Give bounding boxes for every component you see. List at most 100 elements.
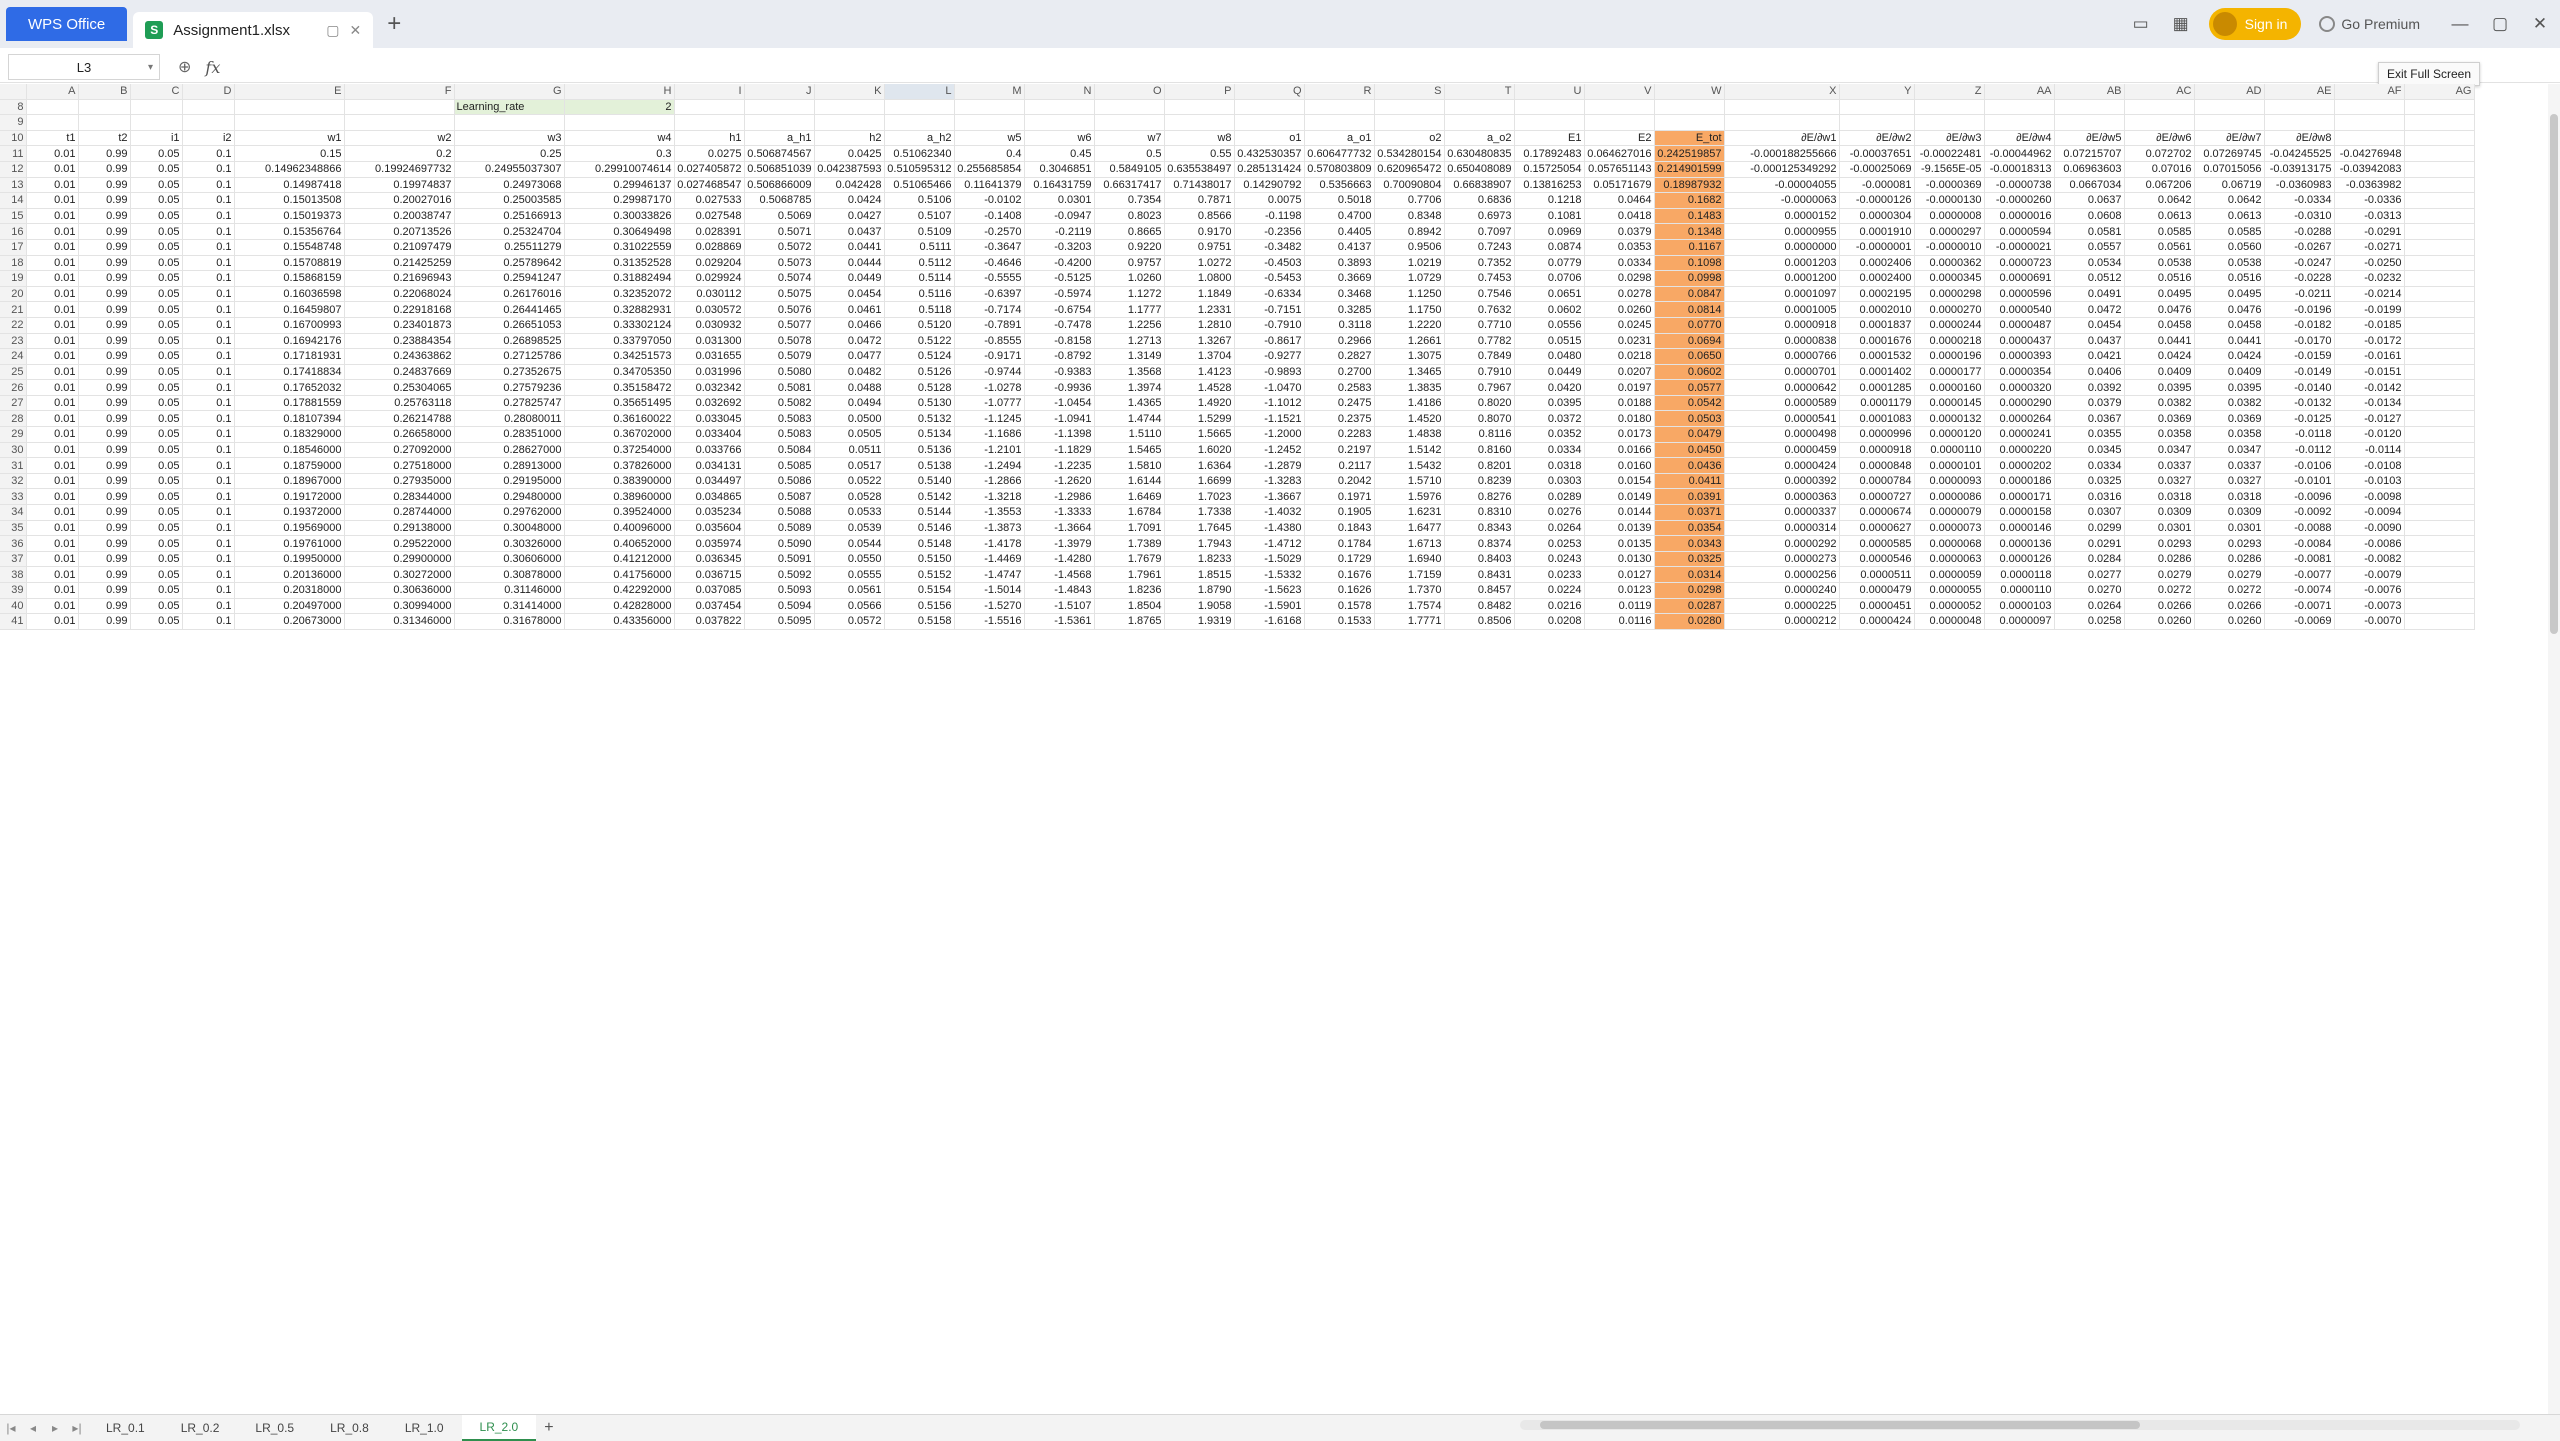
cell[interactable] [2404, 255, 2475, 272]
data-cell[interactable]: 1.7389 [1094, 535, 1165, 552]
data-cell[interactable]: -1.0777 [954, 395, 1025, 412]
data-cell[interactable]: 0.01 [26, 192, 79, 209]
data-cell[interactable]: 0.99 [78, 613, 131, 630]
column-label[interactable]: a_o1 [1304, 130, 1375, 147]
data-cell[interactable]: -0.1408 [954, 208, 1025, 225]
data-cell[interactable]: 0.0000314 [1724, 520, 1840, 537]
data-cell[interactable]: 1.6020 [1164, 442, 1235, 459]
data-cell[interactable]: 0.5094 [744, 598, 815, 615]
column-header[interactable]: H [564, 84, 675, 100]
data-cell[interactable]: 0.1 [182, 239, 235, 256]
column-label[interactable]: a_o2 [1444, 130, 1515, 147]
cell[interactable] [2334, 114, 2405, 131]
data-cell[interactable]: 0.8239 [1444, 473, 1515, 490]
data-cell[interactable]: 0.31146000 [454, 582, 565, 599]
data-cell[interactable]: 0.99 [78, 582, 131, 599]
cell[interactable] [884, 114, 955, 131]
data-cell[interactable]: -0.7910 [1234, 317, 1305, 334]
data-cell[interactable]: 0.0581 [2054, 223, 2125, 240]
cell[interactable] [2054, 114, 2125, 131]
add-sheet-button[interactable]: + [544, 1419, 553, 1437]
data-cell[interactable]: 0.28344000 [344, 488, 455, 506]
data-cell[interactable]: 0.031300 [674, 333, 745, 350]
data-cell[interactable]: 0.0334 [2054, 457, 2125, 474]
data-cell[interactable]: -1.1686 [954, 426, 1025, 443]
cell[interactable] [234, 114, 345, 131]
cell[interactable] [2404, 223, 2475, 240]
column-header[interactable]: W [1654, 84, 1725, 100]
data-cell[interactable]: 1.2661 [1374, 333, 1445, 350]
data-cell[interactable]: 0.0409 [2194, 364, 2265, 381]
data-cell[interactable]: 0.0000270 [1914, 301, 1985, 318]
data-cell[interactable]: -0.8158 [1024, 333, 1095, 350]
data-cell[interactable]: 0.30606000 [454, 551, 565, 568]
new-tab-button[interactable]: + [387, 10, 401, 38]
column-label[interactable]: ∂E/∂w8 [2264, 130, 2335, 147]
cell[interactable] [564, 114, 675, 131]
data-cell[interactable]: 0.0000955 [1724, 223, 1840, 240]
data-cell[interactable]: 0.0123 [1584, 582, 1655, 599]
data-cell[interactable]: 0.0437 [2054, 333, 2125, 350]
data-cell[interactable]: 0.0000487 [1984, 317, 2055, 334]
cell[interactable] [26, 99, 79, 116]
data-cell[interactable]: 0.28351000 [454, 426, 565, 443]
data-cell[interactable]: 0.0454 [814, 286, 885, 303]
data-cell[interactable]: 0.25324704 [454, 223, 565, 240]
data-cell[interactable]: -0.0071 [2264, 598, 2335, 615]
data-cell[interactable]: 0.0000160 [1914, 379, 1985, 396]
data-cell[interactable]: 0.0372 [1514, 410, 1585, 428]
data-cell[interactable]: 0.05 [130, 161, 183, 178]
data-cell[interactable]: 0.1533 [1304, 613, 1375, 630]
data-cell[interactable]: -0.0000021 [1984, 239, 2055, 256]
data-cell[interactable]: 0.2827 [1304, 348, 1375, 365]
data-cell[interactable]: 0.0000196 [1914, 348, 1985, 365]
data-cell[interactable]: 0.0000256 [1724, 566, 1840, 583]
data-cell[interactable]: 0.037085 [674, 582, 745, 599]
data-cell[interactable]: 0.0278 [1584, 286, 1655, 303]
row-header[interactable]: 11 [0, 145, 27, 162]
data-cell[interactable]: 0.43356000 [564, 613, 675, 630]
data-cell[interactable]: 0.030932 [674, 317, 745, 334]
data-cell[interactable]: 0.29946137 [564, 177, 675, 194]
data-cell[interactable]: 0.1 [182, 379, 235, 396]
data-cell[interactable]: -1.3664 [1024, 520, 1095, 537]
row-header[interactable]: 38 [0, 566, 27, 583]
data-cell[interactable]: -0.0142 [2334, 379, 2405, 396]
error-total-cell[interactable]: 0.0343 [1654, 535, 1725, 552]
data-cell[interactable]: 0.01 [26, 239, 79, 256]
data-cell[interactable]: -1.4032 [1234, 504, 1305, 521]
data-cell[interactable]: 0.0000393 [1984, 348, 2055, 365]
column-header[interactable]: AE [2264, 84, 2335, 100]
data-cell[interactable]: 0.0291 [2054, 535, 2125, 552]
data-cell[interactable]: 0.18546000 [234, 442, 345, 459]
data-cell[interactable]: 0.30326000 [454, 535, 565, 552]
data-cell[interactable]: -0.0159 [2264, 348, 2335, 365]
data-cell[interactable]: -0.0000260 [1984, 192, 2055, 209]
data-cell[interactable]: 0.506874567 [744, 145, 815, 162]
data-cell[interactable]: 0.0001532 [1839, 348, 1915, 365]
cell[interactable] [744, 114, 815, 131]
data-cell[interactable]: 0.5144 [884, 504, 955, 521]
data-cell[interactable]: 0.0243 [1514, 551, 1585, 568]
column-header[interactable]: M [954, 84, 1025, 100]
data-cell[interactable]: 0.0001200 [1724, 270, 1840, 287]
data-cell[interactable]: 0.05 [130, 426, 183, 443]
cell[interactable] [2404, 504, 2475, 521]
data-cell[interactable]: 0.0318 [1514, 457, 1585, 474]
data-cell[interactable]: 0.28913000 [454, 457, 565, 474]
data-cell[interactable]: 0.0424 [2194, 348, 2265, 365]
error-total-cell[interactable]: 0.1167 [1654, 239, 1725, 256]
data-cell[interactable]: -0.0125 [2264, 410, 2335, 428]
cell[interactable] [78, 99, 131, 116]
data-cell[interactable]: 0.0505 [814, 426, 885, 443]
data-cell[interactable]: 0.1 [182, 410, 235, 428]
data-cell[interactable]: 0.4 [954, 145, 1025, 162]
data-cell[interactable]: 1.7574 [1374, 598, 1445, 615]
data-cell[interactable]: -0.9383 [1024, 364, 1095, 381]
data-cell[interactable]: 0.9757 [1094, 255, 1165, 272]
data-cell[interactable]: 0.0334 [1514, 442, 1585, 459]
row-header[interactable]: 15 [0, 208, 27, 225]
data-cell[interactable]: -1.6168 [1234, 613, 1305, 630]
data-cell[interactable]: 0.15708819 [234, 255, 345, 272]
column-header[interactable]: AG [2404, 84, 2475, 100]
